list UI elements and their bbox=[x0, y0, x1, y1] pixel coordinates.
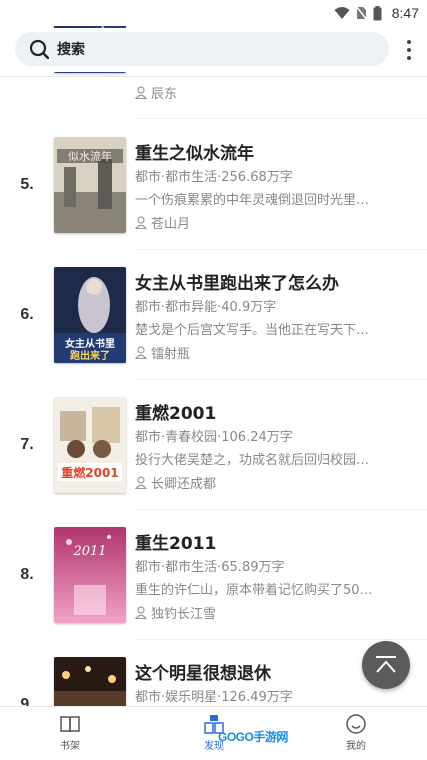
search-icon bbox=[29, 39, 49, 59]
author-name: 长卿还成都 bbox=[151, 477, 217, 492]
book-author: 辰东 bbox=[135, 83, 177, 102]
rank-number: 6. bbox=[20, 306, 34, 323]
svg-text:2011: 2011 bbox=[72, 544, 106, 559]
divider bbox=[0, 76, 427, 77]
no-sim-icon bbox=[355, 6, 367, 20]
dot-icon bbox=[407, 56, 411, 60]
svg-text:重燃2001: 重燃2001 bbox=[61, 465, 118, 480]
person-icon bbox=[135, 86, 147, 99]
arrow-up-icon bbox=[376, 656, 396, 673]
divider bbox=[135, 118, 427, 119]
nav-mine-label: 我的 bbox=[346, 741, 366, 752]
book-cover: 2011 bbox=[54, 527, 126, 623]
bottom-nav: 书架 发现 我的 bbox=[0, 706, 427, 760]
book-author: 苍山月 bbox=[135, 213, 190, 232]
book-desc: 楚戈是个后宫文写手。当他正在写天下… bbox=[135, 323, 370, 338]
author-name: 镭射瓶 bbox=[151, 347, 191, 362]
book-author: 长卿还成都 bbox=[135, 473, 216, 492]
person-icon bbox=[135, 476, 147, 489]
rank-number: 7. bbox=[20, 436, 34, 453]
book-meta: 都市·娱乐明星·126.49万字 bbox=[135, 690, 293, 705]
dot-icon bbox=[407, 40, 411, 44]
svg-text:似水流年: 似水流年 bbox=[68, 149, 112, 163]
svg-text:女主从书里: 女主从书里 bbox=[65, 337, 115, 350]
search-input[interactable]: 搜索 bbox=[15, 32, 389, 66]
person-icon bbox=[135, 346, 147, 359]
svg-text:跑出来了: 跑出来了 bbox=[70, 349, 110, 362]
book-cover: 重燃2001 bbox=[54, 397, 126, 493]
book-icon bbox=[60, 716, 80, 733]
book-title: 这个明星很想退休 bbox=[135, 664, 271, 684]
more-menu-button[interactable] bbox=[405, 40, 413, 60]
book-title: 重生2011 bbox=[135, 534, 217, 554]
list-item[interactable]: 6. 女主从书里 跑出来了 女主从书里跑出来了怎么办 都市·都市异能·40.9万字… bbox=[0, 250, 427, 380]
status-time: 8:47 bbox=[391, 5, 419, 21]
book-cover: 女主从书里 跑出来了 bbox=[54, 267, 126, 363]
wifi-icon bbox=[334, 6, 350, 19]
book-desc: 投行大佬吴楚之，功成名就后回归校园… bbox=[135, 453, 370, 468]
nav-mine[interactable]: 我的 bbox=[326, 713, 386, 752]
book-list: 辰东 5. 似水流年 重生之似水流年 都市·都市生活·256.68万字 一个伤痕… bbox=[0, 0, 427, 760]
author-name: 独钓长江雪 bbox=[151, 607, 217, 622]
list-item[interactable]: 5. 似水流年 重生之似水流年 都市·都市生活·256.68万字 一个伤痕累累的… bbox=[0, 120, 427, 250]
status-bar: 8:47 bbox=[0, 0, 427, 26]
book-meta: 都市·都市生活·65.89万字 bbox=[135, 560, 285, 575]
nav-shelf-label: 书架 bbox=[60, 741, 80, 752]
rank-number: 8. bbox=[20, 566, 34, 583]
list-item[interactable]: 7. 重燃2001 重燃2001 都市·青春校园·106.24万字 投行大佬吴楚… bbox=[0, 380, 427, 510]
book-cover: 似水流年 bbox=[54, 137, 126, 233]
smiley-icon bbox=[346, 714, 366, 734]
book-title: 重燃2001 bbox=[135, 404, 217, 424]
nav-shelf[interactable]: 书架 bbox=[40, 713, 100, 752]
search-label: 搜索 bbox=[57, 42, 85, 58]
search-bar-row: 搜索 bbox=[0, 28, 427, 72]
author-name: 苍山月 bbox=[151, 217, 191, 232]
book-author: 镭射瓶 bbox=[135, 343, 190, 362]
author-name: 辰东 bbox=[151, 87, 178, 102]
book-meta: 都市·青春校园·106.24万字 bbox=[135, 430, 293, 445]
book-title: 重生之似水流年 bbox=[135, 144, 254, 164]
dot-icon bbox=[407, 48, 411, 52]
book-desc: 一个伤痕累累的中年灵魂倒退回时光里… bbox=[135, 193, 370, 208]
list-item[interactable]: 8. 2011 重生2011 都市·都市生活·65.89万字 重生的许仁山，原本… bbox=[0, 510, 427, 640]
book-title: 女主从书里跑出来了怎么办 bbox=[135, 274, 339, 294]
battery-icon bbox=[373, 5, 382, 20]
back-to-top-button[interactable] bbox=[362, 641, 410, 689]
book-desc: 重生的许仁山，原本带着记忆购买了50… bbox=[135, 583, 373, 598]
rank-number: 5. bbox=[20, 176, 34, 193]
person-icon bbox=[135, 606, 147, 619]
person-icon bbox=[135, 216, 147, 229]
book-meta: 都市·都市生活·256.68万字 bbox=[135, 170, 293, 185]
watermark: GOGO手游网 bbox=[218, 730, 288, 744]
book-author: 独钓长江雪 bbox=[135, 603, 216, 622]
book-meta: 都市·都市异能·40.9万字 bbox=[135, 300, 277, 315]
